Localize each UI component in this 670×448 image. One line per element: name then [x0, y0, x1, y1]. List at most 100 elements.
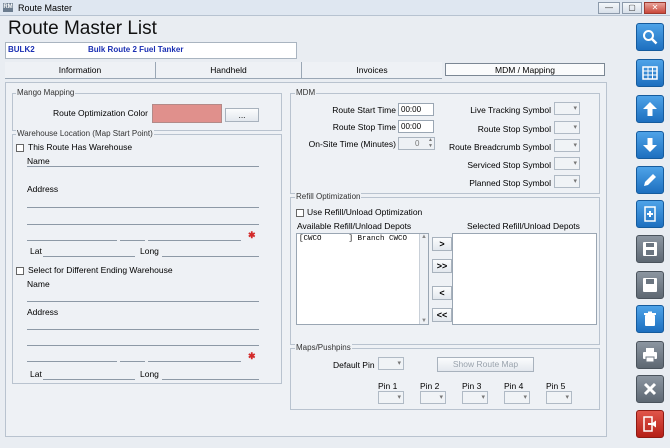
default-pin-label: Default Pin — [333, 360, 375, 370]
live-tracking-symbol-label: Live Tracking Symbol — [470, 105, 551, 115]
end-warehouse-long-field[interactable] — [162, 366, 259, 380]
warehouse-location-group — [12, 134, 282, 384]
save-button[interactable] — [636, 271, 664, 299]
new-document-icon — [644, 206, 656, 222]
use-refill-label: Use Refill/Unload Optimization — [307, 207, 423, 217]
end-warehouse-lat-field[interactable] — [43, 366, 135, 380]
warehouse-city-field[interactable] — [27, 227, 117, 241]
warehouse-name-field[interactable] — [27, 155, 259, 167]
pin-3-select[interactable] — [462, 391, 488, 404]
onsite-time-label: On-Site Time (Minutes) — [308, 139, 396, 149]
scroll-down-icon[interactable]: ▼ — [421, 318, 427, 324]
route-color-swatch[interactable] — [152, 104, 222, 123]
warehouse-address1-field[interactable] — [27, 183, 259, 208]
edit-button[interactable] — [636, 166, 664, 194]
mango-mapping-label: Mango Mapping — [16, 88, 76, 98]
add-depot-button[interactable]: > — [432, 237, 452, 251]
long-label: Long — [140, 246, 159, 256]
print-icon — [643, 348, 657, 363]
map-pin-icon[interactable]: ✱ — [248, 230, 256, 240]
print-button[interactable] — [636, 341, 664, 369]
selected-depots-label: Selected Refill/Unload Depots — [467, 221, 580, 231]
add-all-depots-button[interactable]: >> — [432, 259, 452, 273]
arrow-down-icon — [643, 138, 657, 152]
end-warehouse-zip-field[interactable] — [148, 348, 241, 362]
different-ending-warehouse-label: Select for Different Ending Warehouse — [28, 265, 173, 275]
minimize-button[interactable]: — — [598, 2, 620, 14]
pin-5-select[interactable] — [546, 391, 572, 404]
restore-button[interactable]: ▢ — [622, 2, 642, 14]
save-new-button[interactable] — [636, 235, 664, 263]
end-warehouse-address1-field[interactable] — [27, 316, 259, 330]
remove-depot-button[interactable]: < — [432, 286, 452, 300]
end-lat-label: Lat — [30, 369, 42, 379]
tab-information[interactable]: Information — [5, 62, 156, 79]
planned-stop-symbol-select[interactable] — [554, 175, 580, 188]
onsite-time-value: 0 — [415, 139, 420, 148]
warehouse-long-field[interactable] — [162, 243, 259, 257]
tab-invoices[interactable]: Invoices — [302, 62, 442, 79]
available-depots-scrollbar[interactable]: ▲ ▼ — [419, 234, 428, 324]
live-tracking-symbol-select[interactable] — [554, 102, 580, 115]
exit-button[interactable] — [636, 410, 664, 438]
move-up-button[interactable] — [636, 95, 664, 123]
search-icon — [643, 30, 658, 45]
show-route-map-button[interactable]: Show Route Map — [437, 357, 534, 372]
move-down-button[interactable] — [636, 131, 664, 159]
delete-button[interactable] — [636, 305, 664, 333]
route-stop-time-label: Route Stop Time — [332, 122, 396, 132]
has-warehouse-checkbox[interactable] — [16, 144, 24, 152]
tab-handheld[interactable]: Handheld — [156, 62, 302, 79]
grid-view-button[interactable] — [636, 59, 664, 87]
warehouse-address2-field[interactable] — [27, 211, 259, 225]
route-stop-symbol-select[interactable] — [554, 121, 580, 134]
grid-icon — [642, 66, 658, 80]
close-button[interactable]: ✕ — [644, 2, 666, 14]
save-new-icon — [643, 242, 657, 256]
different-ending-warehouse-checkbox[interactable] — [16, 267, 24, 275]
warehouse-zip-field[interactable] — [148, 227, 241, 241]
cancel-button[interactable] — [636, 375, 664, 403]
end-map-pin-icon[interactable]: ✱ — [248, 351, 256, 361]
trash-icon — [644, 311, 656, 326]
route-start-time-input[interactable]: 00:00 — [398, 103, 434, 116]
title-bar — [0, 0, 670, 16]
available-depots-list[interactable]: [CWCO ] Branch CWCO ▲ ▼ — [296, 233, 429, 325]
warehouse-lat-field[interactable] — [43, 243, 135, 257]
exit-icon — [643, 416, 656, 432]
route-breadcrumb-symbol-select[interactable] — [554, 139, 580, 152]
page-title: Route Master List — [8, 18, 157, 39]
color-browse-button[interactable]: ... — [225, 108, 259, 122]
route-stop-time-input[interactable]: 00:00 — [398, 120, 434, 133]
end-warehouse-state-field[interactable] — [120, 348, 145, 362]
maps-pushpins-label: Maps/Pushpins — [295, 343, 352, 353]
route-stop-symbol-label: Route Stop Symbol — [477, 124, 551, 134]
selected-depots-list[interactable] — [452, 233, 597, 325]
list-item[interactable]: [CWCO ] Branch CWCO — [297, 234, 428, 244]
app-logo: RM — [3, 3, 13, 12]
end-warehouse-city-field[interactable] — [27, 348, 117, 362]
use-refill-checkbox[interactable] — [296, 209, 304, 217]
pin-1-select[interactable] — [378, 391, 404, 404]
save-icon — [643, 278, 657, 292]
search-button[interactable] — [636, 23, 664, 51]
has-warehouse-label: This Route Has Warehouse — [28, 142, 133, 152]
lat-label: Lat — [30, 246, 42, 256]
remove-all-depots-button[interactable]: << — [432, 308, 452, 322]
serviced-stop-symbol-select[interactable] — [554, 157, 580, 170]
tab-mdm-mapping[interactable]: MDM / Mapping — [445, 63, 605, 76]
route-description: Bulk Route 2 Fuel Tanker — [88, 45, 184, 54]
warehouse-state-field[interactable] — [120, 227, 145, 241]
scroll-up-icon[interactable]: ▲ — [421, 234, 427, 240]
end-warehouse-address2-field[interactable] — [27, 332, 259, 346]
end-long-label: Long — [140, 369, 159, 379]
end-warehouse-name-field[interactable] — [27, 288, 259, 302]
default-pin-select[interactable] — [378, 357, 404, 370]
pin-4-select[interactable] — [504, 391, 530, 404]
serviced-stop-symbol-label: Serviced Stop Symbol — [467, 160, 551, 170]
available-depots-label: Available Refill/Unload Depots — [297, 221, 412, 231]
new-record-button[interactable] — [636, 200, 664, 228]
pin-2-select[interactable] — [420, 391, 446, 404]
warehouse-location-label: Warehouse Location (Map Start Point) — [16, 129, 154, 139]
route-optimization-color-label: Route Optimization Color — [53, 108, 148, 118]
